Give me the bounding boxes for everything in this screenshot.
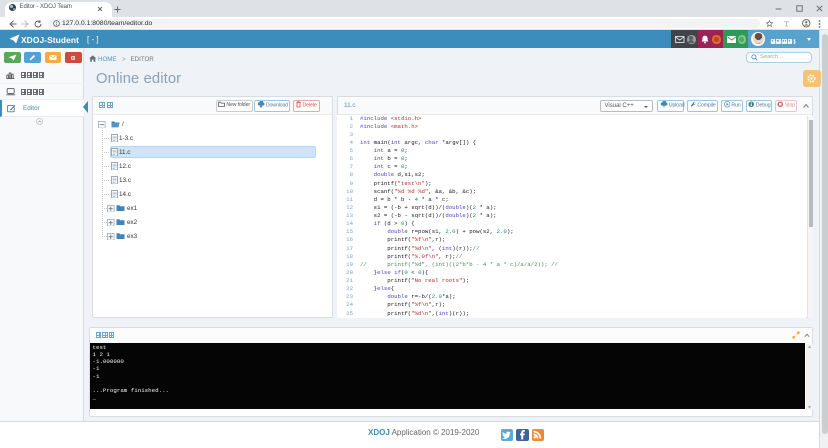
svg-text:α: α [71, 55, 76, 61]
